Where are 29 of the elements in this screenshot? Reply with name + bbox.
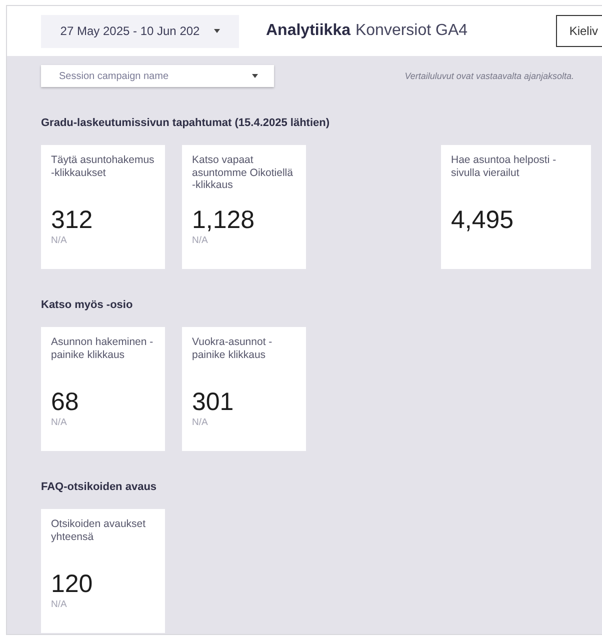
caret-icon [252,74,258,78]
metric-label: Katso vapaat asuntomme Oikotiellä -klikkaus [192,154,294,194]
metric-label: Asunnon hakeminen -painike klikkaus [51,336,154,363]
metric-comparison: N/A [192,417,209,428]
metric-label: Hae asuntoa helposti -sivulla vierailut [451,154,558,181]
language-button[interactable]: Kieliv [556,15,602,47]
metric-value: 1,128 [192,206,256,235]
dropdown-placeholder: Session campaign name [59,70,169,82]
metric-comparison: N/A [192,235,209,246]
metric-comparison: N/A [51,599,68,610]
report-title: Analytiikka [266,22,350,40]
metric-value: 120 [51,570,94,599]
campaign-dropdown[interactable]: Session campaign name [41,65,274,87]
metric-label: Otsikoiden avaukset yhteensä [51,518,147,545]
comparison-note: Vertailuluvut ovat vastaavalta ajanjaksolta. [404,71,574,81]
metric-comparison: N/A [51,417,68,428]
date-range-picker[interactable]: 27 May 2025 - 10 Jun 202 [41,14,239,48]
metric-label: Täytä asuntohakemus -klikkaukset [51,154,155,181]
metric-value: 4,495 [451,206,515,235]
section-heading: Katso myös -osio [41,298,134,313]
caret-icon [214,29,220,33]
metric-value: 312 [51,206,94,235]
metric-label: Vuokra-asunnot -painike klikkaus [192,336,274,363]
report-subtitle: Konversiot GA4 [355,22,468,40]
metric-comparison: N/A [51,235,68,246]
section-heading: Gradu-laskeutumissivun tapahtumat (15.4.2025 lähtien) [41,116,331,131]
metric-value: 68 [51,388,80,417]
section-heading: FAQ-otsikoiden avaus [41,480,158,495]
metric-value: 301 [192,388,235,417]
